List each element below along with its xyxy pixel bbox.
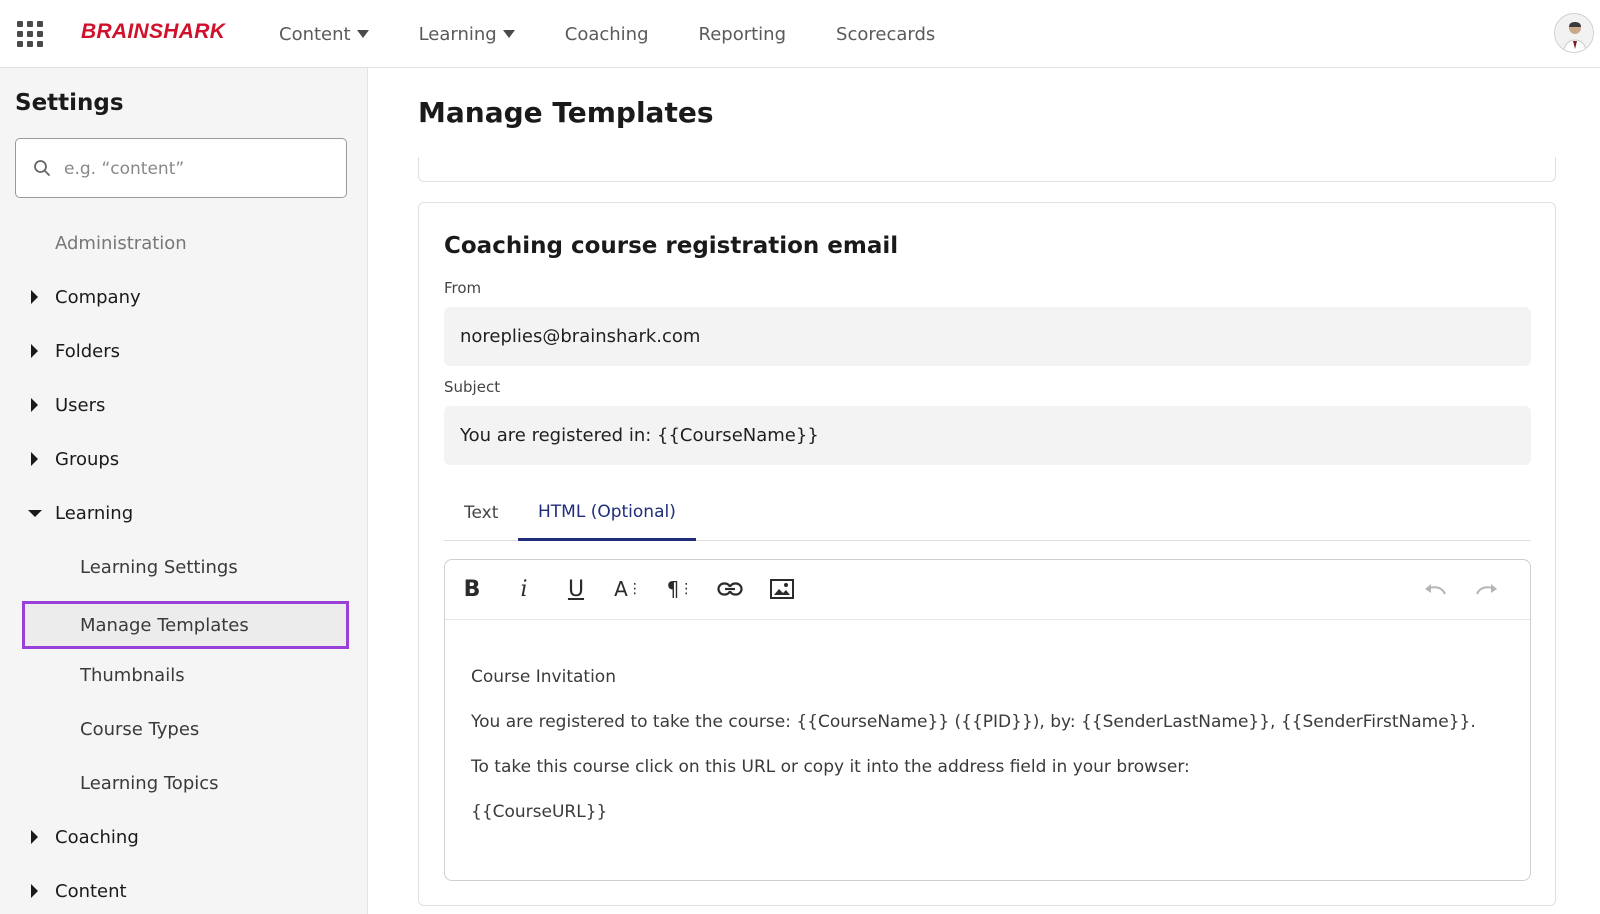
sidebar-title: Settings — [15, 90, 124, 116]
undo-icon[interactable] — [1420, 574, 1450, 604]
caret-right-icon — [31, 830, 38, 844]
caret-right-icon — [31, 398, 38, 412]
editor-content[interactable]: Course Invitation You are registered to … — [471, 666, 1511, 846]
underline-icon[interactable]: U — [561, 574, 591, 604]
sidebar-item-label: Groups — [55, 448, 120, 470]
user-avatar-icon — [1555, 14, 1593, 52]
sidebar-item-course-types[interactable]: Course Types — [0, 709, 368, 749]
nav-content-label: Content — [279, 23, 351, 45]
rich-text-editor[interactable]: B i U A ⋮ ¶ ⋮ Course Invitation You are … — [444, 559, 1531, 881]
sidebar-item-users[interactable]: Users — [0, 385, 368, 425]
sidebar-item-label: Content — [55, 880, 127, 902]
nav-content[interactable]: Content — [279, 20, 369, 48]
from-label: From — [444, 279, 482, 297]
editor-line: To take this course click on this URL or… — [471, 757, 1190, 777]
editor-line: Course Invitation — [471, 667, 616, 687]
tab-text[interactable]: Text — [464, 485, 498, 541]
image-glyph — [770, 579, 794, 599]
sidebar-item-learning-settings[interactable]: Learning Settings — [0, 547, 368, 587]
sidebar-item-content[interactable]: Content — [0, 871, 368, 911]
brand-logo[interactable]: BRAINSHARK — [81, 20, 225, 44]
sidebar-item-label: Folders — [55, 340, 121, 362]
sidebar-item-company[interactable]: Company — [0, 277, 368, 317]
caret-right-icon — [31, 452, 38, 466]
sidebar-item-learning-topics[interactable]: Learning Topics — [0, 763, 368, 803]
nav-reporting[interactable]: Reporting — [699, 20, 787, 48]
sidebar-item-label: Administration — [55, 232, 187, 254]
nav-scorecards-label: Scorecards — [836, 23, 936, 45]
sidebar-item-manage-templates[interactable]: Manage Templates — [22, 601, 349, 649]
template-title: Coaching course registration email — [444, 233, 899, 259]
avatar[interactable] — [1554, 13, 1594, 53]
sidebar-item-label: Learning Settings — [80, 556, 238, 578]
chevron-down-icon — [356, 30, 369, 38]
subject-label: Subject — [444, 378, 501, 396]
caret-right-icon — [31, 344, 38, 358]
caret-right-icon — [31, 884, 38, 898]
caret-right-icon — [31, 290, 38, 304]
top-navigation-bar: BRAINSHARK Content Learning Coaching Rep… — [0, 0, 1600, 68]
link-glyph — [717, 582, 743, 596]
sidebar-item-label: Learning — [55, 502, 134, 524]
redo-glyph — [1476, 584, 1497, 595]
link-icon[interactable] — [715, 574, 745, 604]
sidebar-item-label: Course Types — [80, 718, 200, 740]
nav-coaching-label: Coaching — [564, 23, 649, 45]
page-title: Manage Templates — [418, 96, 714, 129]
nav-scorecards[interactable]: Scorecards — [836, 20, 935, 48]
redo-icon[interactable] — [1472, 574, 1502, 604]
sidebar-item-thumbnails[interactable]: Thumbnails — [0, 655, 368, 695]
sidebar-item-label: Coaching — [55, 826, 139, 848]
settings-sidebar: Settings Administration Company Folders … — [0, 68, 368, 914]
font-size-icon[interactable]: A ⋮ — [613, 574, 643, 604]
chevron-down-icon — [502, 30, 515, 38]
search-icon — [34, 160, 50, 176]
bold-icon[interactable]: B — [457, 574, 487, 604]
image-icon[interactable] — [767, 574, 797, 604]
undo-glyph — [1425, 584, 1446, 595]
editor-line: You are registered to take the course: {… — [471, 712, 1476, 732]
sidebar-item-label: Users — [55, 394, 106, 416]
italic-icon[interactable]: i — [509, 574, 539, 604]
template-editor-card: Coaching course registration email From … — [418, 202, 1556, 906]
from-field[interactable]: noreplies@brainshark.com — [444, 307, 1531, 366]
sidebar-item-folders[interactable]: Folders — [0, 331, 368, 371]
template-card-collapsed — [418, 157, 1556, 182]
nav-learning[interactable]: Learning — [419, 20, 515, 48]
tab-html[interactable]: HTML (Optional) — [518, 485, 696, 541]
sidebar-item-groups[interactable]: Groups — [0, 439, 368, 479]
sidebar-item-label: Manage Templates — [80, 614, 249, 636]
sidebar-item-label: Learning Topics — [80, 772, 219, 794]
app-launcher-icon[interactable] — [17, 21, 43, 47]
format-tabs: Text HTML (Optional) — [444, 485, 1531, 541]
search-input[interactable] — [64, 155, 324, 183]
settings-search[interactable] — [15, 138, 347, 198]
nav-coaching[interactable]: Coaching — [565, 20, 649, 48]
sidebar-item-coaching[interactable]: Coaching — [0, 817, 368, 857]
editor-toolbar: B i U A ⋮ ¶ ⋮ — [445, 560, 1530, 620]
sidebar-item-label: Company — [55, 286, 141, 308]
main-nav: Content Learning Coaching Reporting Scor… — [279, 20, 985, 48]
subject-field[interactable]: You are registered in: {{CourseName}} — [444, 406, 1531, 465]
sidebar-item-label: Thumbnails — [80, 664, 185, 686]
nav-reporting-label: Reporting — [698, 23, 787, 45]
caret-down-icon — [28, 509, 42, 517]
nav-learning-label: Learning — [418, 23, 497, 45]
paragraph-format-icon[interactable]: ¶ ⋮ — [665, 574, 695, 604]
sidebar-item-administration[interactable]: Administration — [0, 223, 368, 263]
editor-line: {{CourseURL}} — [471, 802, 608, 822]
sidebar-item-learning[interactable]: Learning — [0, 493, 368, 533]
